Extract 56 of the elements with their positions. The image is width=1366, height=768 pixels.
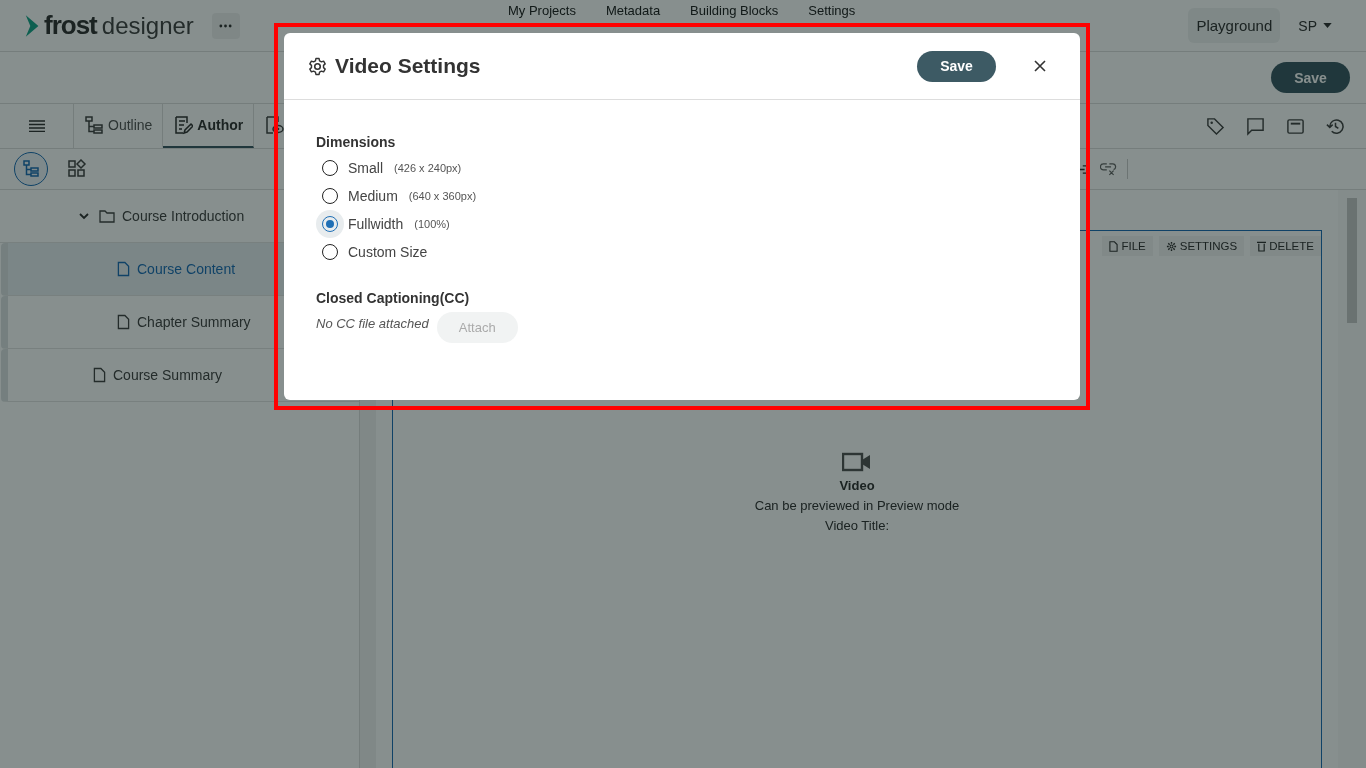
page-icon [93, 367, 106, 383]
nav-link[interactable]: Metadata [605, 3, 661, 18]
save-button[interactable]: Save [917, 50, 996, 82]
tree-item-label: Chapter Summary [137, 314, 251, 330]
video-title: Video [839, 478, 875, 493]
chevron-icon[interactable] [78, 210, 90, 222]
option-detail: (426 x 240px) [394, 162, 462, 174]
tag-icon[interactable] [1206, 116, 1225, 136]
tree-item-label: Course Summary [113, 367, 222, 383]
block-action-button[interactable]: SETTINGS [1158, 236, 1245, 256]
tree-item-label: Course Content [137, 261, 236, 277]
outline-icon [84, 115, 104, 135]
history-icon[interactable] [1326, 116, 1345, 136]
scrollbar-thumb[interactable] [1347, 198, 1357, 323]
brand-name: frost [44, 10, 97, 41]
nav-link[interactable]: Settings [808, 3, 856, 18]
save-button[interactable]: Save [1271, 62, 1350, 93]
product-name: designer [101, 11, 194, 40]
close-icon [1034, 60, 1046, 72]
video-camera-icon [842, 452, 872, 472]
scrollbar[interactable] [1338, 190, 1366, 768]
card-icon[interactable] [1286, 116, 1305, 136]
comment-icon[interactable] [1246, 116, 1265, 136]
unlink-icon[interactable] [1100, 162, 1117, 176]
section-label: Dimensions [316, 134, 397, 150]
trash-icon [1257, 240, 1267, 252]
close-button[interactable] [1032, 58, 1048, 74]
preview-hint: Can be previewed in Preview mode [754, 498, 960, 513]
file-icon [1109, 240, 1119, 252]
view-button[interactable] [14, 152, 48, 186]
user-menu[interactable]: SP [1298, 17, 1332, 34]
option-label: Small [348, 160, 383, 176]
pencil-document-icon [173, 115, 194, 135]
caret-icon [1323, 23, 1332, 28]
page-icon [117, 314, 130, 330]
workspace-button[interactable]: Playground [1188, 8, 1281, 43]
video-title-label: Video Title: [824, 518, 890, 533]
tree-icon [21, 159, 41, 179]
dialog-title: Video Settings [335, 54, 481, 78]
block-action-button[interactable]: DELETE [1250, 236, 1321, 256]
tree-item-label: Course Introduction [122, 208, 245, 224]
preview-icon [264, 115, 285, 135]
option-detail: (640 x 360px) [408, 190, 477, 202]
page-icon [117, 261, 130, 277]
nav-link[interactable]: My Projects [508, 3, 576, 18]
folder-icon [99, 209, 115, 223]
gear-icon [1165, 240, 1177, 252]
widgets-icon [67, 159, 87, 179]
menu-icon [28, 120, 45, 132]
option-detail: (100%) [414, 218, 450, 230]
view-tab[interactable]: Author [163, 104, 255, 148]
more-icon [219, 23, 233, 28]
nav-link[interactable]: Building Blocks [690, 3, 779, 18]
view-tab[interactable]: Outline [74, 104, 164, 148]
block-action-button[interactable]: FILE [1102, 236, 1153, 256]
gear-icon [308, 56, 327, 76]
